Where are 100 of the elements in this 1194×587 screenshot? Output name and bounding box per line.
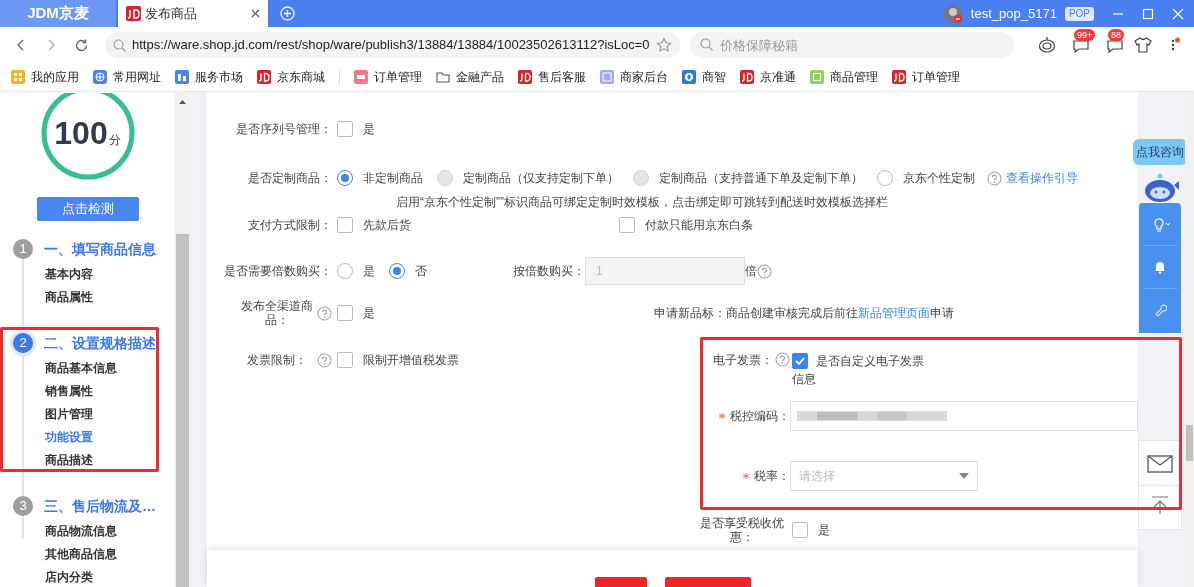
url-text: https://ware.shop.jd.com/rest/shop/ware/publish3/13884/13884/10023502613112?isLoc=0 [132, 36, 650, 55]
field-label: 发票限制： [246, 353, 308, 367]
action-button[interactable] [594, 577, 647, 587]
folder-icon [436, 70, 450, 84]
field-label: 是否享受税收优惠： [699, 516, 785, 544]
shirt-icon[interactable] [1134, 36, 1152, 54]
nav-item[interactable]: 基本内容 [45, 265, 93, 283]
scrollbar[interactable] [1185, 92, 1194, 587]
new-product-link[interactable]: 新品管理页面 [858, 306, 930, 320]
field-label: 按倍数购买： [513, 264, 585, 278]
option-label[interactable]: 先款后货 [363, 217, 411, 233]
back-to-top-icon[interactable] [1150, 496, 1170, 514]
option-label[interactable]: 京东个性定制 [903, 170, 975, 186]
jd-icon [892, 70, 906, 84]
bookmark-link[interactable]: 商智 [682, 68, 726, 86]
tax-code-field[interactable] [790, 401, 1138, 431]
checkbox[interactable] [337, 352, 353, 368]
search-field[interactable]: 价格保障秘籍 [689, 32, 1014, 58]
bookmark-link[interactable]: 订单管理 [892, 68, 960, 86]
maximize-icon[interactable] [1142, 7, 1154, 20]
bookmark-link[interactable]: 常用网址 [93, 68, 161, 86]
jd-icon [126, 6, 141, 21]
option-label[interactable]: 是 [363, 121, 375, 137]
bookmark-link[interactable]: 商家后台 [600, 68, 668, 86]
guide-link[interactable]: 查看操作引导 [1006, 169, 1078, 187]
nav-item[interactable]: 功能设置 [45, 428, 93, 446]
bookmark-link[interactable]: 售后客服 [518, 68, 586, 86]
option-label[interactable]: 付款只能用京东白条 [645, 217, 753, 233]
option-label[interactable]: 否 [415, 263, 427, 279]
scrollbar[interactable] [175, 92, 190, 587]
checkbox[interactable] [619, 217, 635, 233]
reload-icon[interactable] [74, 37, 89, 53]
help-icon[interactable] [757, 263, 772, 279]
bookmark-link[interactable]: 京准通 [740, 68, 796, 86]
field-label: 税率： [754, 469, 790, 483]
browser-tab[interactable]: 发布商品 [118, 0, 268, 27]
user-badge: POP [1064, 6, 1094, 21]
hint-text: 启用“京东个性定制””标识商品可绑定定制时效模板，点击绑定即可跳转到配送时效模板选择栏 [396, 194, 888, 211]
checkbox[interactable] [337, 121, 353, 137]
option-label[interactable]: 是 [818, 522, 830, 538]
field-label: 电子发票： [713, 352, 773, 367]
bookmark-link[interactable]: 京东商城 [257, 68, 325, 86]
tab-label: 发布商品 [145, 4, 198, 23]
nav-item[interactable]: 销售属性 [45, 382, 93, 400]
checkbox[interactable] [792, 353, 808, 369]
wrench-icon[interactable] [1153, 303, 1167, 317]
bell-icon[interactable] [1153, 260, 1167, 274]
bookmark-link[interactable]: 订单管理 [354, 68, 422, 86]
address-field[interactable]: https://ware.shop.jd.com/rest/shop/ware/publish3/13884/13884/10023502613112?isLoc=0 [105, 32, 680, 58]
nav-item[interactable]: 商品基本信息 [45, 359, 117, 377]
bookmark-link[interactable]: 服务市场 [175, 68, 243, 86]
step-title[interactable]: 三、售后物流及… [44, 495, 156, 517]
option-label[interactable]: 非定制商品 [363, 170, 423, 186]
step-title[interactable]: 一、填写商品信息 [44, 238, 156, 260]
step-number: 1 [13, 239, 33, 259]
field-label: 支付方式限制： [248, 218, 332, 232]
close-icon[interactable] [251, 9, 260, 18]
radio-button[interactable] [389, 263, 405, 279]
checkbox[interactable] [792, 522, 808, 538]
nav-item[interactable]: 其他商品信息 [45, 545, 117, 563]
window-icon [600, 70, 614, 84]
nav-item[interactable]: 图片管理 [45, 405, 93, 423]
checkbox[interactable] [337, 305, 353, 321]
check-icon [795, 357, 805, 365]
scroll-up-icon [179, 100, 186, 104]
notification-badge: 88 [1108, 29, 1124, 41]
help-icon[interactable] [317, 305, 332, 321]
nav-item[interactable]: 商品描述 [45, 451, 93, 469]
compass-icon [682, 70, 696, 84]
dropdown-icon [959, 473, 969, 479]
bookmark-link[interactable]: 商品管理 [810, 68, 878, 86]
nav-item[interactable]: 商品属性 [45, 288, 93, 306]
search-icon [113, 38, 126, 52]
bookmark-link[interactable]: 我的应用 [11, 68, 79, 86]
star-icon[interactable] [655, 37, 672, 53]
step-title[interactable]: 二、设置规格描述 [44, 332, 156, 354]
jd-icon [518, 70, 532, 84]
checkbox[interactable] [337, 217, 353, 233]
radio-button[interactable] [877, 170, 893, 186]
option-label[interactable]: 是 [363, 263, 375, 279]
nav-item[interactable]: 商品物流信息 [45, 522, 117, 540]
option-label[interactable]: 是否自定义电子发票信息 [792, 352, 932, 388]
step-number: 3 [13, 496, 33, 516]
unit-label: 倍 [745, 263, 757, 280]
new-tab-icon[interactable] [280, 6, 295, 21]
radio-button[interactable] [337, 263, 353, 279]
help-icon[interactable] [987, 170, 1002, 186]
option-label[interactable]: 限制开增值税发票 [363, 352, 459, 368]
option-label[interactable]: 是 [363, 305, 375, 321]
check-button[interactable]: 点击检测 [36, 197, 139, 221]
radio-button[interactable] [337, 170, 353, 186]
step-number: 2 [13, 333, 33, 353]
nav-item[interactable]: 店内分类 [45, 568, 93, 586]
field-label: 申请新品标： [654, 306, 726, 320]
bookmark-link[interactable]: 金融产品 [436, 68, 504, 86]
help-icon[interactable] [775, 352, 790, 367]
jd-icon [257, 70, 271, 84]
consult-bubble[interactable]: 点我咨询 [1133, 139, 1187, 165]
help-icon[interactable] [317, 352, 332, 368]
mail-icon[interactable] [1147, 455, 1173, 473]
